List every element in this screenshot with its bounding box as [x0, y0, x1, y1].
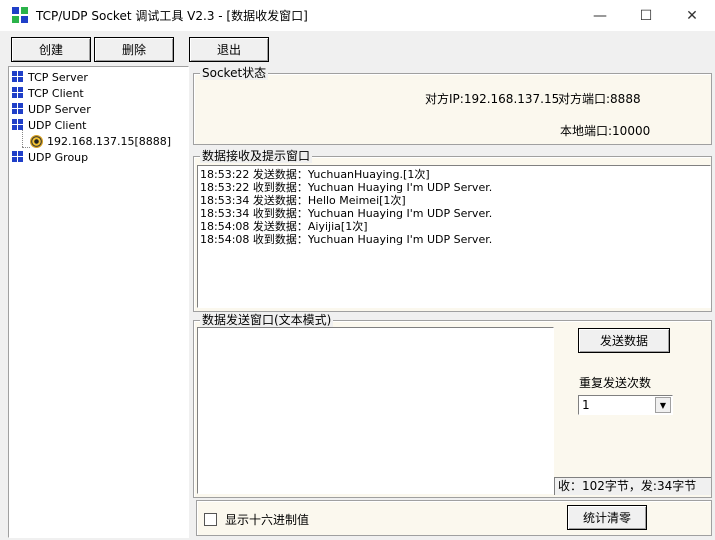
connection-tree[interactable]: TCP Server TCP Client UDP Server UDP Cli… [8, 66, 189, 538]
tree-item-udp-client[interactable]: UDP Client [12, 117, 87, 133]
tree-item-udp-server[interactable]: UDP Server [12, 101, 91, 117]
log-line: 18:53:34 收到数据：Yuchuan Huaying I'm UDP Se… [200, 207, 493, 220]
log-line: 18:54:08 收到数据：Yuchuan Huaying I'm UDP Se… [200, 233, 493, 246]
reset-stats-button[interactable]: 统计清零 [567, 505, 647, 530]
app-icon [12, 7, 28, 23]
close-icon[interactable]: ✕ [669, 0, 715, 31]
send-input[interactable] [197, 327, 554, 494]
log-line: 18:53:22 收到数据：Yuchuan Huaying I'm UDP Se… [200, 181, 493, 194]
remote-port-label: 对方端口:8888 [558, 92, 641, 106]
chevron-down-icon[interactable]: ▼ [655, 397, 671, 413]
network-icon [12, 87, 24, 99]
tree-item-udp-client-connection[interactable]: 192.168.137.15[8888] [30, 133, 171, 149]
tree-item-tcp-client[interactable]: TCP Client [12, 85, 84, 101]
repeat-count-select[interactable]: 1 ▼ [578, 395, 673, 415]
tree-item-label: UDP Group [28, 150, 89, 164]
log-line: 18:53:22 发送数据：YuchuanHuaying.[1次] [200, 168, 430, 181]
receive-log[interactable]: 18:53:22 发送数据：YuchuanHuaying.[1次] 18:53:… [197, 165, 711, 308]
log-line: 18:54:08 发送数据：Aiyijia[1次] [200, 220, 368, 233]
tree-item-label: UDP Client [28, 118, 87, 132]
network-icon [12, 103, 24, 115]
tree-item-tcp-server[interactable]: TCP Server [12, 69, 88, 85]
network-icon [12, 151, 24, 163]
socket-status-title: Socket状态 [200, 66, 269, 80]
traffic-stats: 收：102字节，发:34字节 [554, 477, 711, 495]
tree-item-label: 192.168.137.15[8888] [47, 134, 172, 148]
local-port-label: 本地端口:10000 [560, 124, 651, 138]
tree-item-udp-group[interactable]: UDP Group [12, 149, 88, 165]
network-icon [12, 71, 24, 83]
receive-title: 数据接收及提示窗口 [200, 149, 313, 163]
tree-item-label: TCP Server [28, 70, 88, 84]
minimize-icon[interactable]: — [577, 0, 623, 31]
repeat-count-value: 1 [582, 398, 590, 412]
send-data-button[interactable]: 发送数据 [578, 328, 670, 353]
maximize-icon[interactable]: ☐ [623, 0, 669, 31]
repeat-count-label: 重复发送次数 [579, 376, 652, 390]
log-line: 18:53:34 发送数据：Hello Meimei[1次] [200, 194, 406, 207]
remote-ip-label: 对方IP:192.168.137.15 [425, 92, 560, 106]
tree-connector [22, 147, 30, 148]
network-icon [12, 119, 24, 131]
tree-item-label: UDP Server [28, 102, 91, 116]
window-title: TCP/UDP Socket 调试工具 V2.3 - [数据收发窗口] [36, 9, 308, 23]
hex-display-label: 显示十六进制值 [225, 513, 310, 527]
hex-display-checkbox[interactable] [204, 513, 217, 526]
create-button[interactable]: 创建 [11, 37, 91, 62]
connection-node-icon [30, 134, 43, 148]
tree-item-label: TCP Client [28, 86, 84, 100]
exit-button[interactable]: 退出 [189, 37, 269, 62]
send-title: 数据发送窗口(文本模式) [200, 313, 334, 327]
title-bar[interactable]: TCP/UDP Socket 调试工具 V2.3 - [数据收发窗口] — ☐ … [0, 0, 715, 31]
delete-button[interactable]: 删除 [94, 37, 174, 62]
